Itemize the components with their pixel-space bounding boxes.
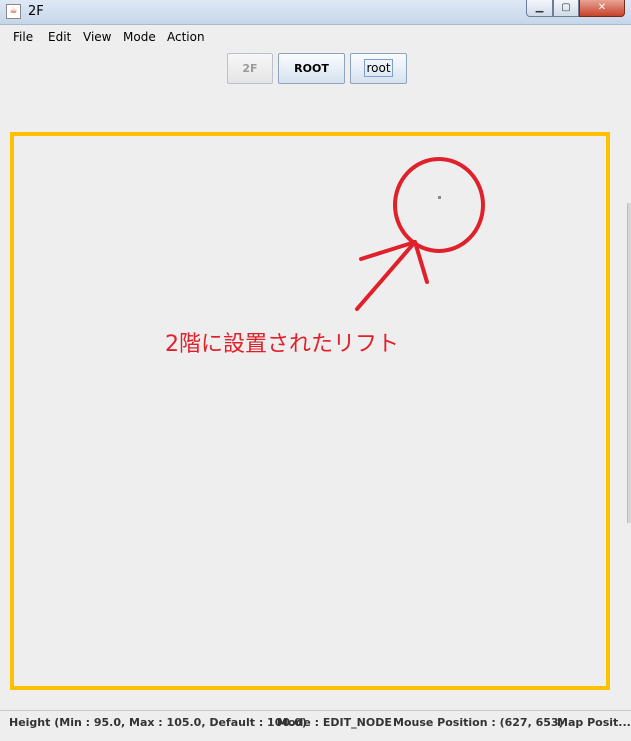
status-height: Height (Min : 95.0, Max : 105.0, Default… bbox=[9, 716, 307, 729]
status-map-position: Map Posit... bbox=[557, 716, 631, 729]
status-mode: Mode : EDIT_NODE bbox=[277, 716, 392, 729]
annotation-overlay bbox=[355, 157, 485, 311]
annotation-circle bbox=[393, 157, 485, 253]
status-bar: Height (Min : 95.0, Max : 105.0, Default… bbox=[0, 710, 631, 741]
status-mouse-position: Mouse Position : (627, 653) bbox=[393, 716, 564, 729]
annotation-label: 2階に設置されたリフト bbox=[165, 332, 399, 357]
